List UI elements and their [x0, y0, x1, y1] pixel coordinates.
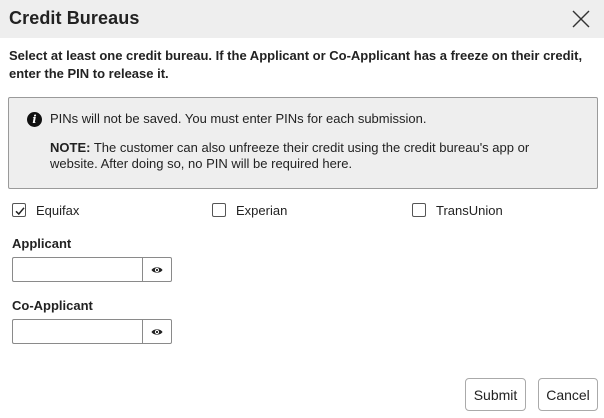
equifax-label: Equifax [36, 202, 80, 218]
instructions-text: Select at least one credit bureau. If th… [9, 48, 583, 81]
eye-icon [151, 328, 163, 335]
info-note: NOTE: The customer can also unfreeze the… [50, 140, 580, 172]
equifax-checkbox[interactable] [12, 203, 26, 217]
submit-button[interactable]: Submit [465, 378, 526, 411]
info-panel: i PINs will not be saved. You must enter… [8, 97, 598, 189]
cancel-button[interactable]: Cancel [538, 378, 598, 411]
transunion-checkbox[interactable] [412, 203, 426, 217]
transunion-label: TransUnion [436, 202, 503, 218]
checkmark-icon [15, 207, 25, 216]
dialog-title: Credit Bureaus [9, 8, 140, 28]
applicant-show-pin-button[interactable] [142, 257, 172, 282]
info-pin-notice: PINs will not be saved. You must enter P… [50, 111, 427, 126]
bureau-option-transunion[interactable]: TransUnion [412, 201, 503, 219]
applicant-label: Applicant [12, 236, 72, 251]
co-applicant-pin-group [12, 319, 172, 344]
applicant-pin-input[interactable] [12, 257, 142, 282]
experian-checkbox[interactable] [212, 203, 226, 217]
note-text: The customer can also unfreeze their cre… [50, 140, 530, 171]
dialog-header: Credit Bureaus [0, 0, 604, 38]
experian-label: Experian [236, 202, 288, 218]
co-applicant-label: Co-Applicant [12, 298, 93, 313]
co-applicant-pin-input[interactable] [12, 319, 142, 344]
bureau-option-equifax[interactable]: Equifax [12, 201, 79, 219]
applicant-pin-group [12, 257, 172, 282]
bureau-option-experian[interactable]: Experian [212, 201, 287, 219]
close-button[interactable] [570, 8, 592, 30]
info-circle-icon: i [27, 112, 42, 127]
note-label: NOTE: [50, 140, 91, 155]
eye-icon [151, 266, 163, 273]
credit-bureaus-dialog: Credit Bureaus Select at least one credi… [0, 0, 604, 418]
co-applicant-show-pin-button[interactable] [142, 319, 172, 344]
close-icon [572, 10, 590, 28]
